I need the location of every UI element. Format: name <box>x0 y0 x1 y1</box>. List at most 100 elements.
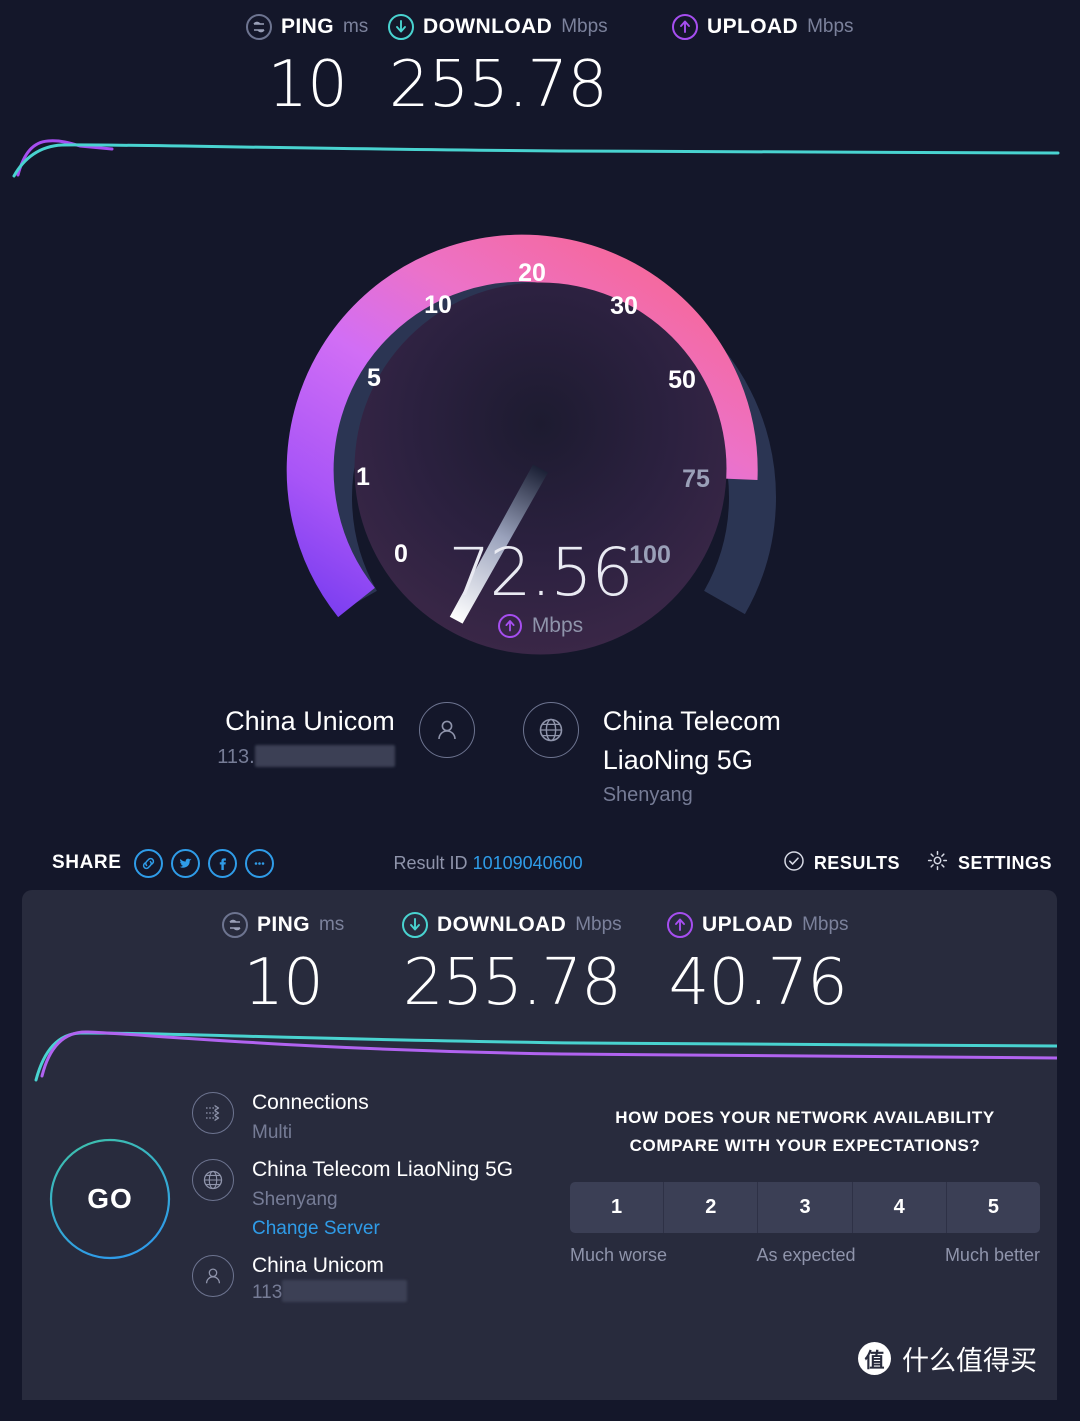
gauge-unit-row: Mbps <box>268 614 813 638</box>
ping-value: 10 <box>243 946 323 1020</box>
gauge-tick-20: 20 <box>518 259 546 287</box>
isp-name: China Unicom <box>252 1253 384 1277</box>
isp-ip: 113. <box>217 745 395 769</box>
survey-legend-mid: As expected <box>756 1245 856 1266</box>
rating-option-3[interactable]: 3 <box>758 1182 853 1234</box>
results-speed-graph <box>22 1018 1057 1096</box>
link-icon[interactable] <box>133 848 163 878</box>
speed-gauge: 0 1 5 10 20 30 50 75 100 72.56 Mbps <box>268 196 813 666</box>
ping-icon <box>222 912 248 938</box>
survey-question: HOW DOES YOUR NETWORK AVAILABILITY COMPA… <box>615 1108 995 1156</box>
download-label: DOWNLOAD <box>423 15 553 38</box>
results-metrics: PING ms 10 DOWNLOAD Mbps 255.78 UPLOAD M… <box>22 890 1057 1018</box>
gauge-tick-1: 1 <box>356 463 370 491</box>
result-metric-download: DOWNLOAD Mbps 255.78 <box>402 910 622 1015</box>
result-id-value: 10109040600 <box>472 852 583 873</box>
check-circle-icon <box>783 850 805 877</box>
isp-row: China Unicom 113 <box>192 1253 562 1304</box>
user-icon <box>192 1254 234 1297</box>
settings-button[interactable]: SETTINGS <box>926 849 1052 877</box>
globe-icon <box>192 1158 234 1201</box>
upload-label: UPLOAD <box>702 913 794 936</box>
upload-arrow-icon <box>672 14 698 40</box>
more-icon[interactable] <box>244 848 274 878</box>
gauge-tick-75: 75 <box>682 465 710 493</box>
survey-legend: Much worse As expected Much better <box>570 1245 1040 1266</box>
live-metric-upload: UPLOAD Mbps <box>672 12 854 53</box>
rating-option-2[interactable]: 2 <box>664 1182 759 1234</box>
upload-unit: Mbps <box>807 16 854 37</box>
share-bar-actions: RESULTS SETTINGS <box>783 849 1052 877</box>
upload-unit: Mbps <box>802 914 849 935</box>
user-icon <box>418 702 475 758</box>
ping-value: 10 <box>267 48 347 122</box>
connections-icon <box>192 1092 234 1134</box>
share-icons <box>133 848 274 878</box>
gauge-tick-5: 5 <box>367 364 381 392</box>
globe-icon <box>522 702 579 758</box>
upload-arrow-icon <box>497 614 522 638</box>
connections-title: Connections <box>252 1091 369 1114</box>
result-id[interactable]: Result ID 10109040600 <box>394 853 583 874</box>
server-city: Shenyang <box>252 1188 338 1210</box>
ping-unit: ms <box>342 16 369 37</box>
network-survey: HOW DOES YOUR NETWORK AVAILABILITY COMPA… <box>570 1104 1040 1266</box>
live-speed-graph <box>0 130 1080 180</box>
watermark-text: 什么值得买 <box>902 1346 1037 1377</box>
download-arrow-icon <box>388 14 414 40</box>
isp-summary[interactable]: China Unicom 113. <box>217 690 395 769</box>
facebook-icon[interactable] <box>207 848 237 878</box>
share-bar: SHARE Result ID 10109040600 RESULTS SETT… <box>0 840 1080 886</box>
settings-label: SETTINGS <box>957 852 1052 873</box>
gauge-tick-50: 50 <box>668 366 696 394</box>
live-metrics-strip: PING ms 10 DOWNLOAD Mbps 255.78 UPLOAD M… <box>0 0 1080 128</box>
isp-ip: 113 <box>252 1279 408 1303</box>
rating-option-1[interactable]: 1 <box>570 1182 665 1234</box>
survey-legend-low: Much worse <box>570 1245 668 1266</box>
connections-row: Connections Multi <box>192 1090 562 1144</box>
result-id-label: Result ID <box>393 852 468 873</box>
gauge-unit-label: Mbps <box>531 614 584 637</box>
live-metric-ping: PING ms 10 <box>246 12 368 117</box>
watermark: 值 什么值得买 <box>858 1339 1037 1378</box>
live-metric-download: DOWNLOAD Mbps 255.78 <box>388 12 608 117</box>
ping-unit: ms <box>318 914 345 935</box>
gear-icon <box>926 849 949 877</box>
download-value: 255.78 <box>402 946 622 1020</box>
ping-label: PING <box>281 15 334 38</box>
share-label: SHARE <box>52 852 122 873</box>
speedtest-app: PING ms 10 DOWNLOAD Mbps 255.78 UPLOAD M… <box>0 0 1080 1421</box>
download-label: DOWNLOAD <box>437 913 567 936</box>
rating-option-4[interactable]: 4 <box>852 1182 947 1234</box>
go-button[interactable]: GO <box>49 1138 171 1260</box>
result-metric-ping: PING ms 10 <box>222 910 344 1015</box>
result-metric-upload: UPLOAD Mbps 40.76 <box>667 910 849 1015</box>
gauge-tick-30: 30 <box>610 292 638 320</box>
ip-redaction <box>254 745 395 768</box>
go-button-label: GO <box>87 1183 133 1214</box>
connections-value: Multi <box>252 1121 293 1143</box>
gauge-tick-10: 10 <box>424 291 452 319</box>
upload-label: UPLOAD <box>707 15 799 38</box>
twitter-icon[interactable] <box>170 848 200 878</box>
results-label: RESULTS <box>813 852 900 873</box>
ip-redaction <box>282 1279 408 1302</box>
download-unit: Mbps <box>561 16 608 37</box>
change-server-link[interactable]: Change Server <box>252 1218 513 1240</box>
survey-rating-group: 1 2 3 4 5 <box>570 1182 1040 1234</box>
rating-option-5[interactable]: 5 <box>946 1182 1040 1234</box>
ping-label: PING <box>257 913 310 936</box>
server-name: China Telecom LiaoNing 5G <box>252 1157 514 1181</box>
server-name: China Telecom LiaoNing 5G <box>602 706 781 776</box>
results-panel: PING ms 10 DOWNLOAD Mbps 255.78 UPLOAD M… <box>22 890 1057 1400</box>
server-row: China Telecom LiaoNing 5G Shenyang Chang… <box>192 1157 562 1240</box>
watermark-logo-icon: 值 <box>858 1342 891 1375</box>
download-arrow-icon <box>402 912 428 938</box>
connection-summary: China Unicom 113. China Telecom LiaoNing… <box>0 690 1080 820</box>
isp-name: China Unicom <box>225 706 395 736</box>
ping-icon <box>246 14 272 40</box>
server-summary[interactable]: China Telecom LiaoNing 5G Shenyang <box>603 690 863 807</box>
download-value: 255.78 <box>388 48 608 122</box>
upload-value: 40.76 <box>668 946 848 1020</box>
results-button[interactable]: RESULTS <box>783 850 900 877</box>
